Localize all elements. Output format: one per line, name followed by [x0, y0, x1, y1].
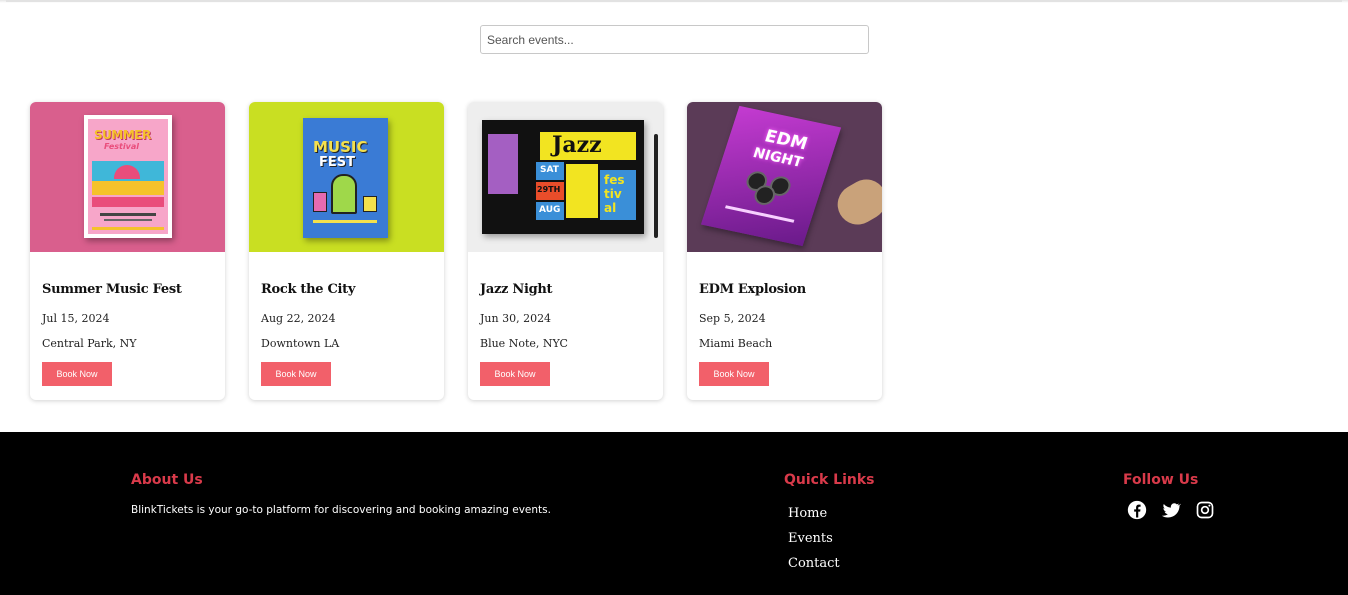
event-poster-image: Jazz SAT 29TH AUG fes tiv al [468, 102, 663, 252]
event-title: Summer Music Fest [42, 282, 182, 297]
event-venue: Downtown LA [261, 337, 340, 350]
footer-link-home[interactable]: Home [788, 506, 827, 521]
event-date: Aug 22, 2024 [261, 312, 336, 325]
event-poster-image: SUMMER Festival [30, 102, 225, 252]
event-card: EDM NIGHT EDM Explosion Sep 5, 2024 Miam… [687, 102, 882, 400]
social-icons [1123, 500, 1215, 520]
poster-al: al [604, 201, 617, 215]
event-title: Rock the City [261, 282, 356, 297]
poster-subtitle: Festival [104, 142, 139, 151]
book-now-button[interactable]: Book Now [480, 362, 550, 386]
poster: MUSIC FEST [303, 118, 388, 238]
footer-link-events[interactable]: Events [788, 531, 833, 546]
top-divider-line [6, 0, 1342, 2]
event-poster-image: MUSIC FEST [249, 102, 444, 252]
poster-tiv: tiv [604, 187, 622, 201]
poster-fes: fes [604, 173, 625, 187]
event-venue: Central Park, NY [42, 337, 137, 350]
about-heading: About Us [131, 472, 203, 488]
quick-links-heading: Quick Links [784, 472, 875, 488]
poster: SUMMER Festival [84, 115, 172, 238]
event-card: MUSIC FEST Rock the City Aug 22, 2024 Do… [249, 102, 444, 400]
event-title: EDM Explosion [699, 282, 806, 297]
footer-link-contact[interactable]: Contact [788, 556, 840, 571]
event-date: Jun 30, 2024 [480, 312, 552, 325]
site-footer: About Us BlinkTickets is your go-to plat… [0, 432, 1348, 595]
twitter-icon[interactable] [1161, 500, 1182, 520]
event-title: Jazz Night [480, 282, 553, 297]
poster-title: SUMMER [94, 128, 151, 142]
footer-follow: Follow Us [1123, 472, 1215, 520]
about-text: BlinkTickets is your go-to platform for … [131, 504, 551, 516]
event-card: SUMMER Festival Summer Music Fest Jul 15… [30, 102, 225, 400]
event-cards: SUMMER Festival Summer Music Fest Jul 15… [30, 102, 882, 400]
poster-title: MUSIC [313, 138, 368, 156]
poster-date: 29TH [537, 185, 561, 194]
book-now-button[interactable]: Book Now [42, 362, 112, 386]
poster-subtitle: FEST [319, 155, 355, 170]
event-date: Sep 5, 2024 [699, 312, 766, 325]
event-venue: Blue Note, NYC [480, 337, 568, 350]
poster: EDM NIGHT [700, 105, 842, 247]
event-date: Jul 15, 2024 [42, 312, 110, 325]
search-bar [480, 25, 869, 54]
poster-day: SAT [540, 165, 559, 175]
quick-links-list: Home Events Contact [784, 502, 874, 571]
book-now-button[interactable]: Book Now [699, 362, 769, 386]
event-card: Jazz SAT 29TH AUG fes tiv al Jazz Night … [468, 102, 663, 400]
footer-quick-links: Quick Links Home Events Contact [784, 472, 874, 577]
poster-month: AUG [539, 205, 561, 215]
poster: Jazz SAT 29TH AUG fes tiv al [482, 120, 644, 234]
search-input[interactable] [480, 25, 869, 54]
facebook-icon[interactable] [1127, 500, 1147, 520]
follow-heading: Follow Us [1123, 472, 1199, 488]
footer-about: About Us BlinkTickets is your go-to plat… [131, 472, 551, 516]
event-poster-image: EDM NIGHT [687, 102, 882, 252]
instagram-icon[interactable] [1195, 500, 1215, 520]
book-now-button[interactable]: Book Now [261, 362, 331, 386]
event-venue: Miami Beach [699, 337, 773, 350]
poster-title: Jazz [552, 132, 602, 158]
